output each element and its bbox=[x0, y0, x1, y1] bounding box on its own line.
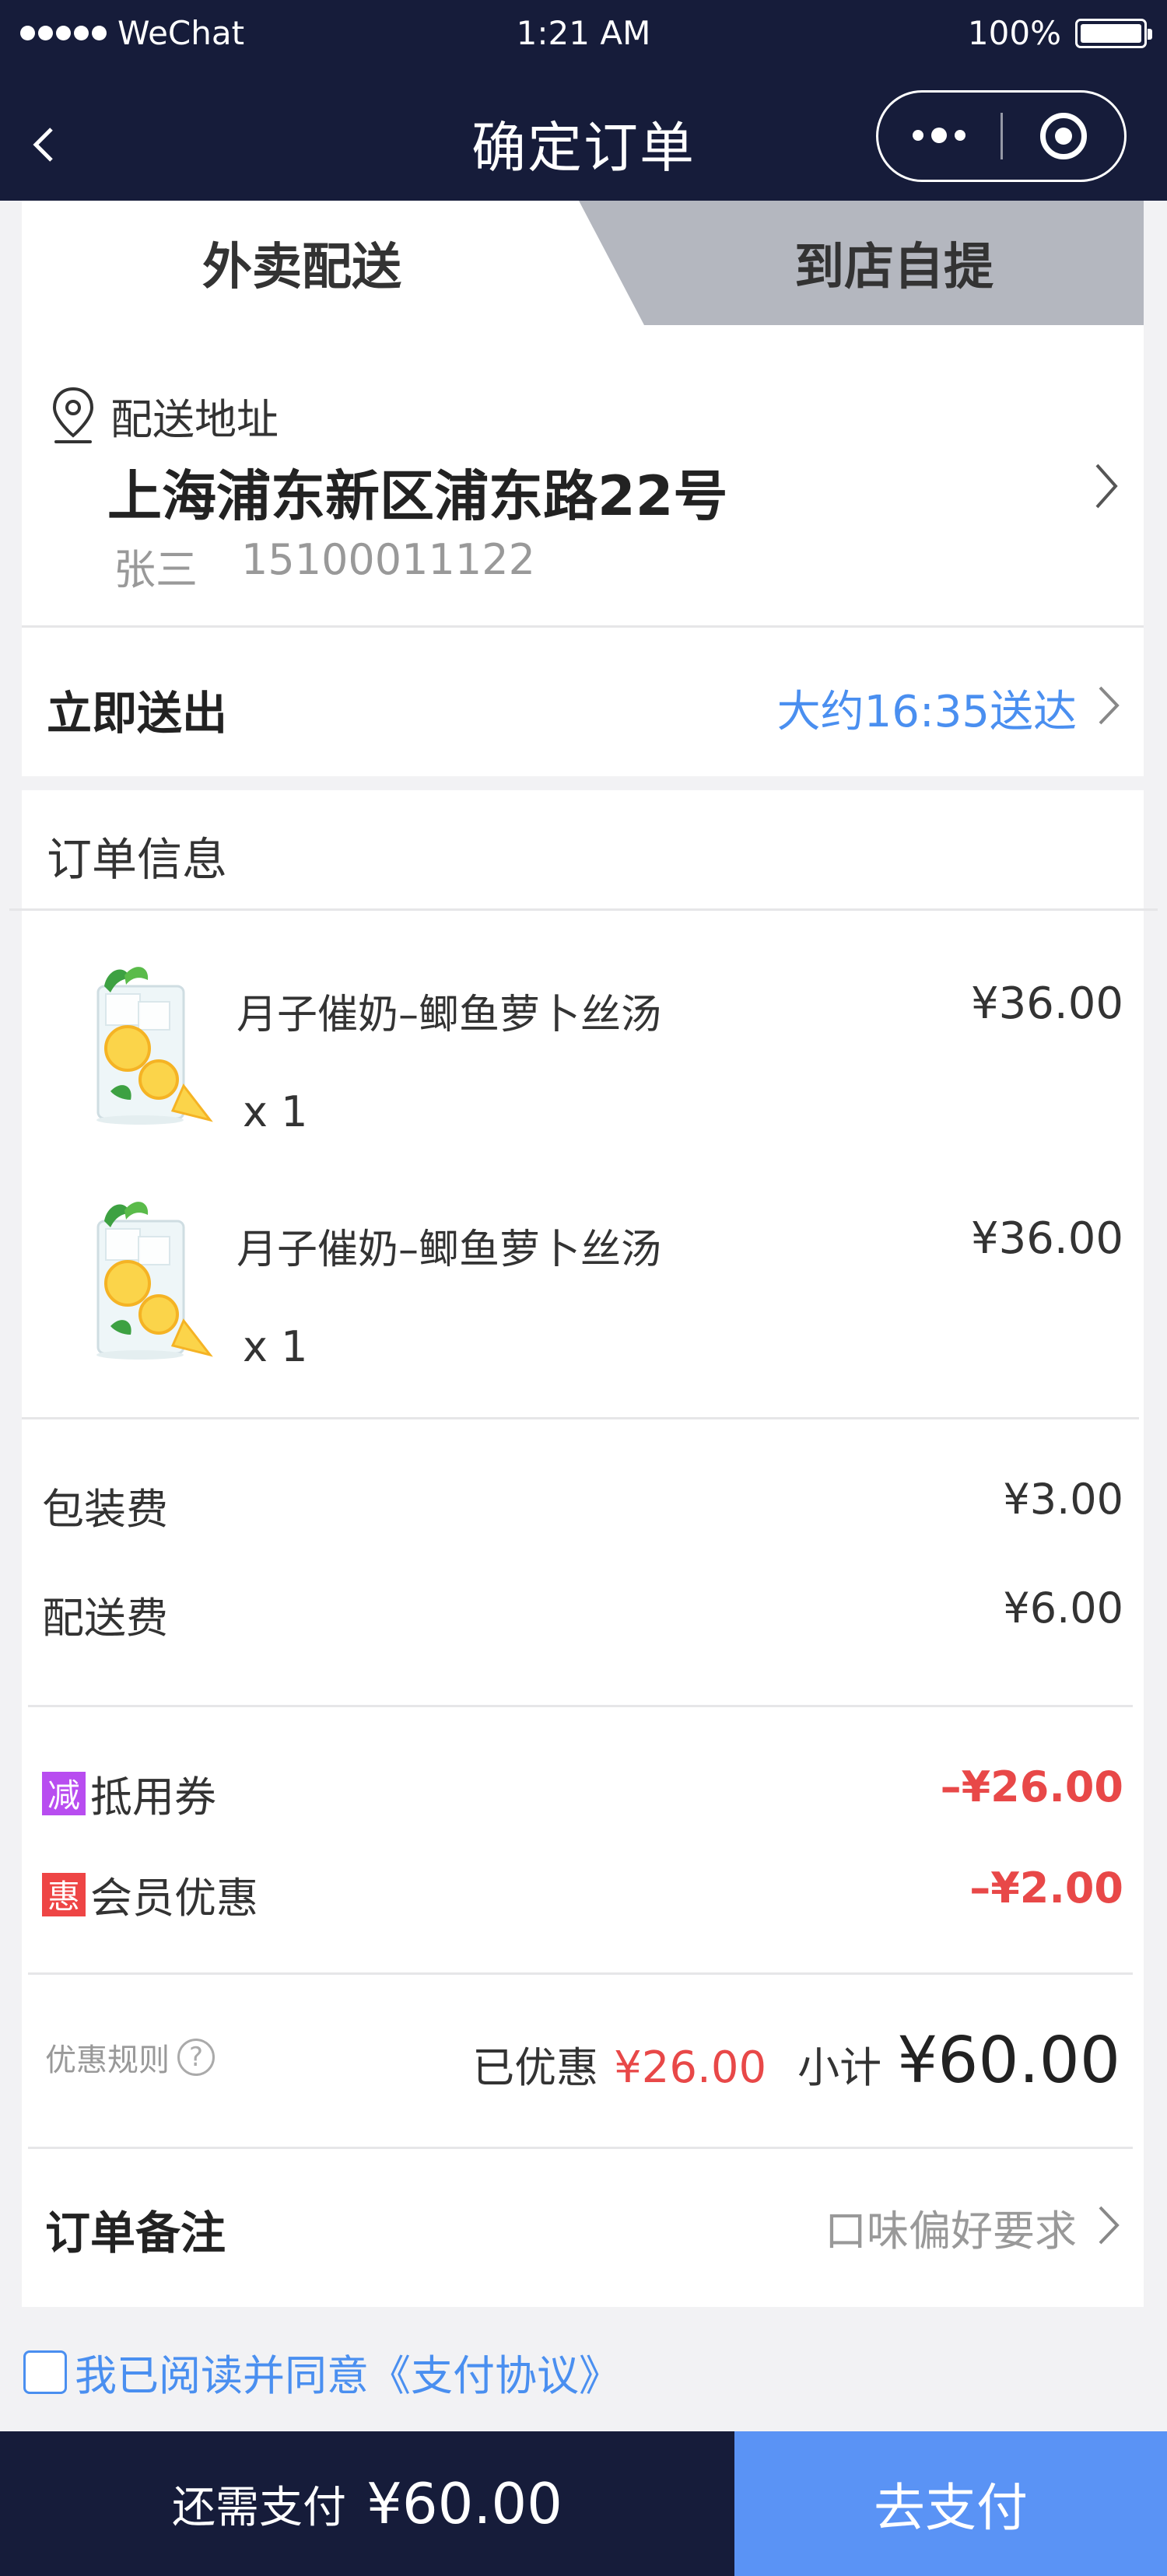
subtotal-row: 已优惠 ¥26.00 小计 ¥60.00 bbox=[472, 2024, 1120, 2098]
help-icon[interactable]: ? bbox=[177, 2039, 215, 2076]
divider bbox=[28, 2147, 1133, 2149]
status-battery-group: 100% bbox=[967, 14, 1152, 52]
battery-icon bbox=[1075, 18, 1152, 48]
divider bbox=[22, 625, 1144, 628]
discount-label: 抵用券 bbox=[90, 1773, 216, 1822]
address-contact: 张三 15100011122 bbox=[114, 535, 535, 597]
fee-label: 包装费 bbox=[42, 1485, 168, 1534]
more-icon bbox=[913, 127, 966, 143]
battery-percent: 100% bbox=[967, 14, 1061, 52]
mini-program-capsule bbox=[876, 90, 1127, 182]
order-item: 月子催奶–鲫鱼萝卜丝汤 x 1 ¥36.00 bbox=[22, 955, 1144, 1157]
item-price: ¥36.00 bbox=[971, 1213, 1123, 1264]
contact-phone: 15100011122 bbox=[241, 535, 535, 584]
chevron-right-icon[interactable] bbox=[1091, 459, 1122, 513]
pay-amount: ¥60.00 bbox=[366, 2471, 562, 2536]
status-bar: WeChat 1:21 AM 100% bbox=[0, 0, 1167, 70]
discount-badge: 惠 bbox=[42, 1872, 86, 1916]
divider bbox=[28, 1972, 1133, 1975]
discount-rules-link[interactable]: 优惠规则 ? bbox=[45, 2035, 215, 2080]
order-item: 月子催奶–鲫鱼萝卜丝汤 x 1 ¥36.00 bbox=[22, 1190, 1144, 1392]
target-icon bbox=[1039, 113, 1087, 159]
tab-pickup[interactable]: 到店自提 bbox=[644, 201, 1144, 325]
divider bbox=[9, 908, 1158, 911]
chevron-right-icon[interactable] bbox=[1095, 2203, 1122, 2248]
item-name: 月子催奶–鲫鱼萝卜丝汤 bbox=[237, 992, 662, 1038]
subtotal-value: ¥60.00 bbox=[897, 2024, 1120, 2098]
delivery-fee-row: 配送费 ¥6.00 bbox=[42, 1584, 1123, 1645]
address-label-row: 配送地址 bbox=[48, 384, 279, 446]
item-name: 月子催奶–鲫鱼萝卜丝汤 bbox=[237, 1227, 662, 1273]
order-remark-label: 订单备注 bbox=[45, 2207, 226, 2259]
discount-value: –¥2.00 bbox=[969, 1864, 1123, 1913]
agreement-link[interactable]: 我已阅读并同意《支付协议》 bbox=[75, 2341, 621, 2403]
fee-value: ¥6.00 bbox=[1003, 1584, 1123, 1633]
discount-badge: 减 bbox=[42, 1771, 86, 1815]
discount-value: –¥26.00 bbox=[940, 1762, 1123, 1811]
delivery-mode-tabs: 外卖配送 到店自提 bbox=[22, 201, 1144, 325]
lemonade-drink-image bbox=[96, 1202, 213, 1360]
member-discount-row: 惠 会员优惠 –¥2.00 bbox=[42, 1864, 1123, 1925]
chevron-right-icon[interactable] bbox=[1095, 683, 1122, 728]
address-main[interactable]: 上海浦东新区浦东路22号 bbox=[107, 453, 727, 531]
close-miniprogram-button[interactable] bbox=[1003, 93, 1125, 180]
fee-label: 配送费 bbox=[42, 1594, 168, 1643]
delivery-time-label: 立即送出 bbox=[47, 687, 228, 740]
divider bbox=[22, 1417, 1139, 1419]
item-quantity: x 1 bbox=[243, 1322, 308, 1371]
item-quantity: x 1 bbox=[243, 1087, 308, 1136]
tab-delivery[interactable]: 外卖配送 bbox=[22, 201, 582, 325]
pay-summary: 还需支付 ¥60.00 bbox=[0, 2431, 734, 2576]
divider bbox=[28, 1705, 1133, 1707]
saved-label: 已优惠 bbox=[472, 2043, 599, 2092]
agreement-row: 我已阅读并同意《支付协议》 bbox=[23, 2341, 621, 2403]
location-pin-icon bbox=[52, 387, 94, 443]
pay-label: 还需支付 bbox=[172, 2482, 347, 2533]
fee-value: ¥3.00 bbox=[1003, 1475, 1123, 1524]
bottom-pay-bar: 还需支付 ¥60.00 去支付 bbox=[0, 2431, 1167, 2576]
delivery-time-value[interactable]: 大约16:35送达 bbox=[777, 677, 1077, 740]
discount-label: 会员优惠 bbox=[90, 1874, 258, 1923]
item-price: ¥36.00 bbox=[971, 978, 1123, 1029]
order-remark-input[interactable]: 口味偏好要求 bbox=[825, 2196, 1077, 2258]
coupon-discount-row: 减 抵用券 –¥26.00 bbox=[42, 1762, 1123, 1824]
address-card: 配送地址 上海浦东新区浦东路22号 张三 15100011122 立即送出 大约… bbox=[22, 325, 1144, 776]
nav-bar: 确定订单 bbox=[0, 70, 1167, 201]
discount-rules-label: 优惠规则 bbox=[45, 2042, 170, 2078]
packaging-fee-row: 包装费 ¥3.00 bbox=[42, 1475, 1123, 1536]
order-info-title: 订单信息 bbox=[47, 833, 228, 886]
more-button[interactable] bbox=[878, 93, 1001, 180]
agreement-checkbox[interactable] bbox=[23, 2350, 67, 2394]
contact-name: 张三 bbox=[114, 545, 198, 594]
address-label: 配送地址 bbox=[110, 394, 279, 444]
lemonade-drink-image bbox=[96, 967, 213, 1125]
saved-value: ¥26.00 bbox=[614, 2042, 767, 2093]
order-info-card: 订单信息 月子催奶–鲫鱼萝卜丝汤 x 1 ¥36.00 月子催奶–鲫鱼萝卜丝汤 … bbox=[9, 790, 1158, 2307]
pay-button[interactable]: 去支付 bbox=[734, 2431, 1167, 2576]
subtotal-label: 小计 bbox=[797, 2043, 882, 2092]
